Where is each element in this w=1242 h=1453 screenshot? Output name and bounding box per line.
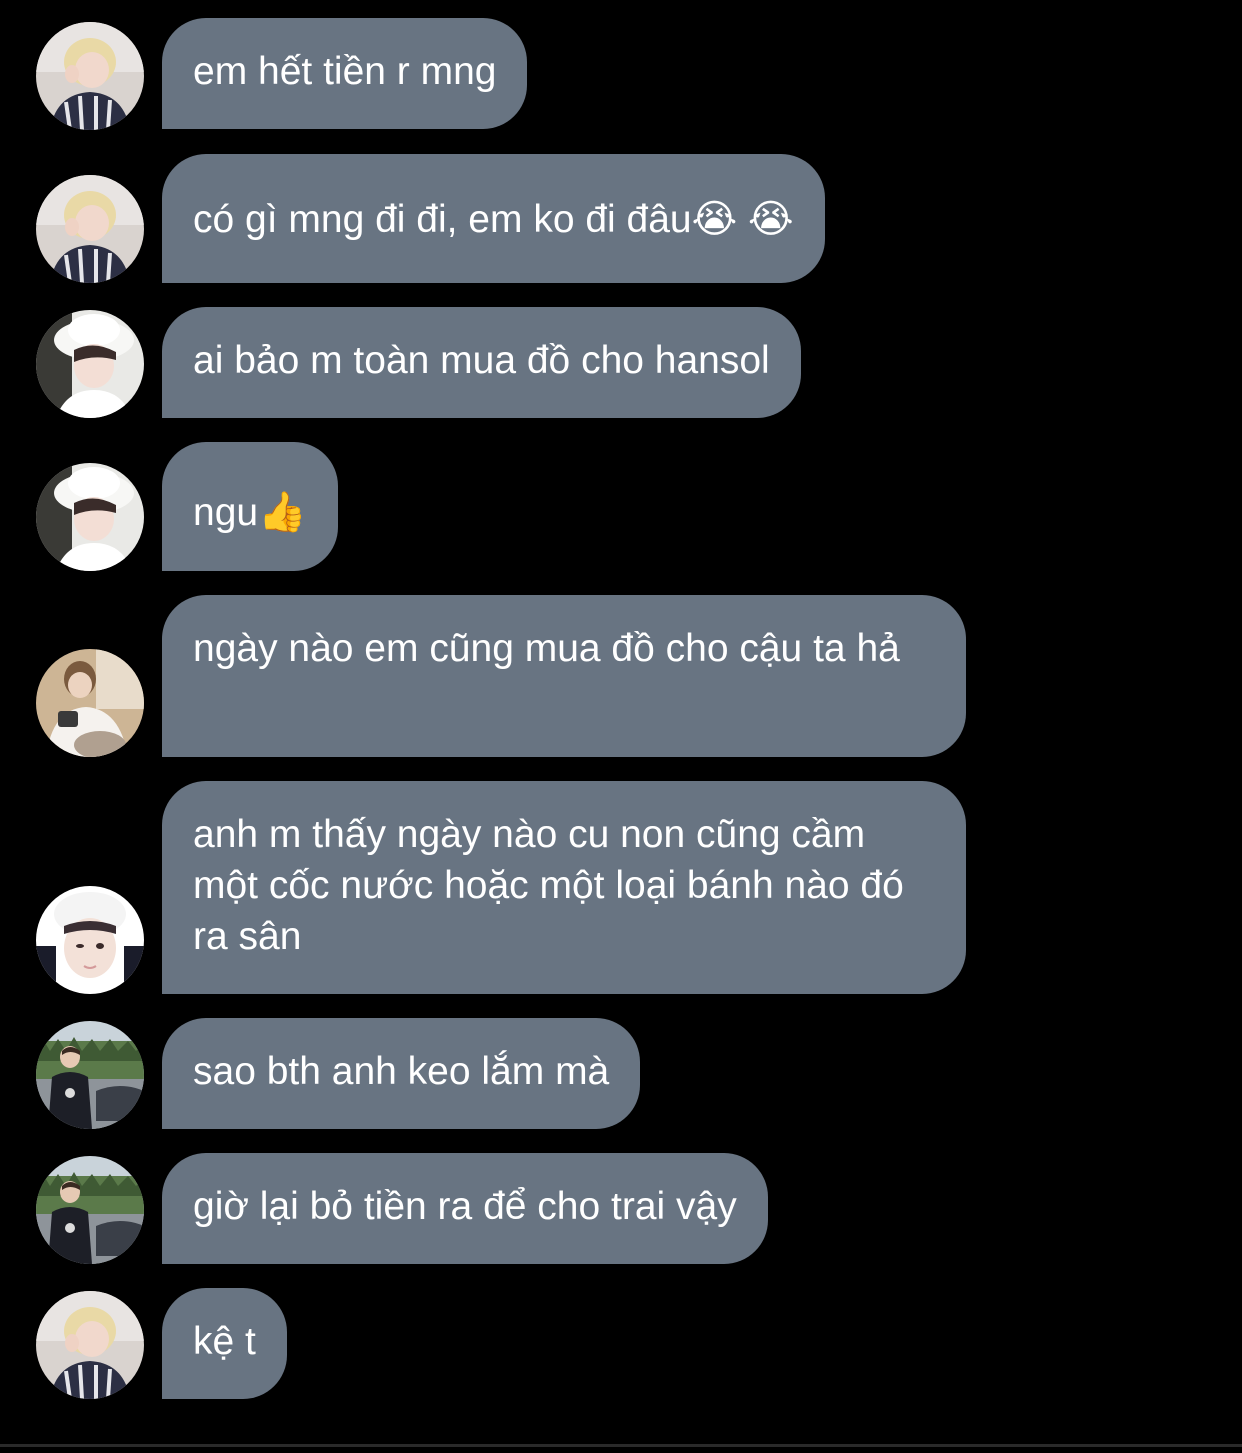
message-bubble[interactable]: kệ t [162, 1288, 287, 1399]
message-bubble[interactable]: giờ lại bỏ tiền ra để cho trai vậy [162, 1153, 768, 1264]
avatar-blonde-striped-icon[interactable] [36, 175, 144, 283]
chat-screen: { "messages": [ {"sender": "blonde-strip… [0, 0, 1242, 1453]
message-bubble[interactable]: ngu👍 [162, 442, 338, 571]
message-bubble[interactable]: sao bth anh keo lắm mà [162, 1018, 641, 1129]
message-bubble[interactable]: ngày nào em cũng mua đồ cho cậu ta hả [162, 595, 966, 757]
avatar-white-bucket-hat-icon[interactable] [36, 463, 144, 571]
avatar-blonde-striped-icon[interactable] [36, 1291, 144, 1399]
avatar-blonde-striped-icon[interactable] [36, 22, 144, 130]
divider [0, 1444, 1242, 1447]
message-bubble[interactable]: em hết tiền r mng [162, 18, 528, 129]
message-bubble[interactable]: có gì mng đi đi, em ko đi đâu😭 😭 [162, 154, 825, 283]
message-bubble[interactable]: anh m thấy ngày nào cu non cũng cầm một … [162, 781, 966, 994]
message-bubble[interactable]: ai bảo m toàn mua đồ cho hansol [162, 307, 801, 418]
avatar-cream-room-icon[interactable] [36, 649, 144, 757]
avatar-outdoor-car-icon[interactable] [36, 1021, 144, 1129]
avatar-white-bucket-hat-icon[interactable] [36, 310, 144, 418]
avatar-white-beanie-icon[interactable] [36, 886, 144, 994]
avatar-outdoor-car-icon[interactable] [36, 1156, 144, 1264]
